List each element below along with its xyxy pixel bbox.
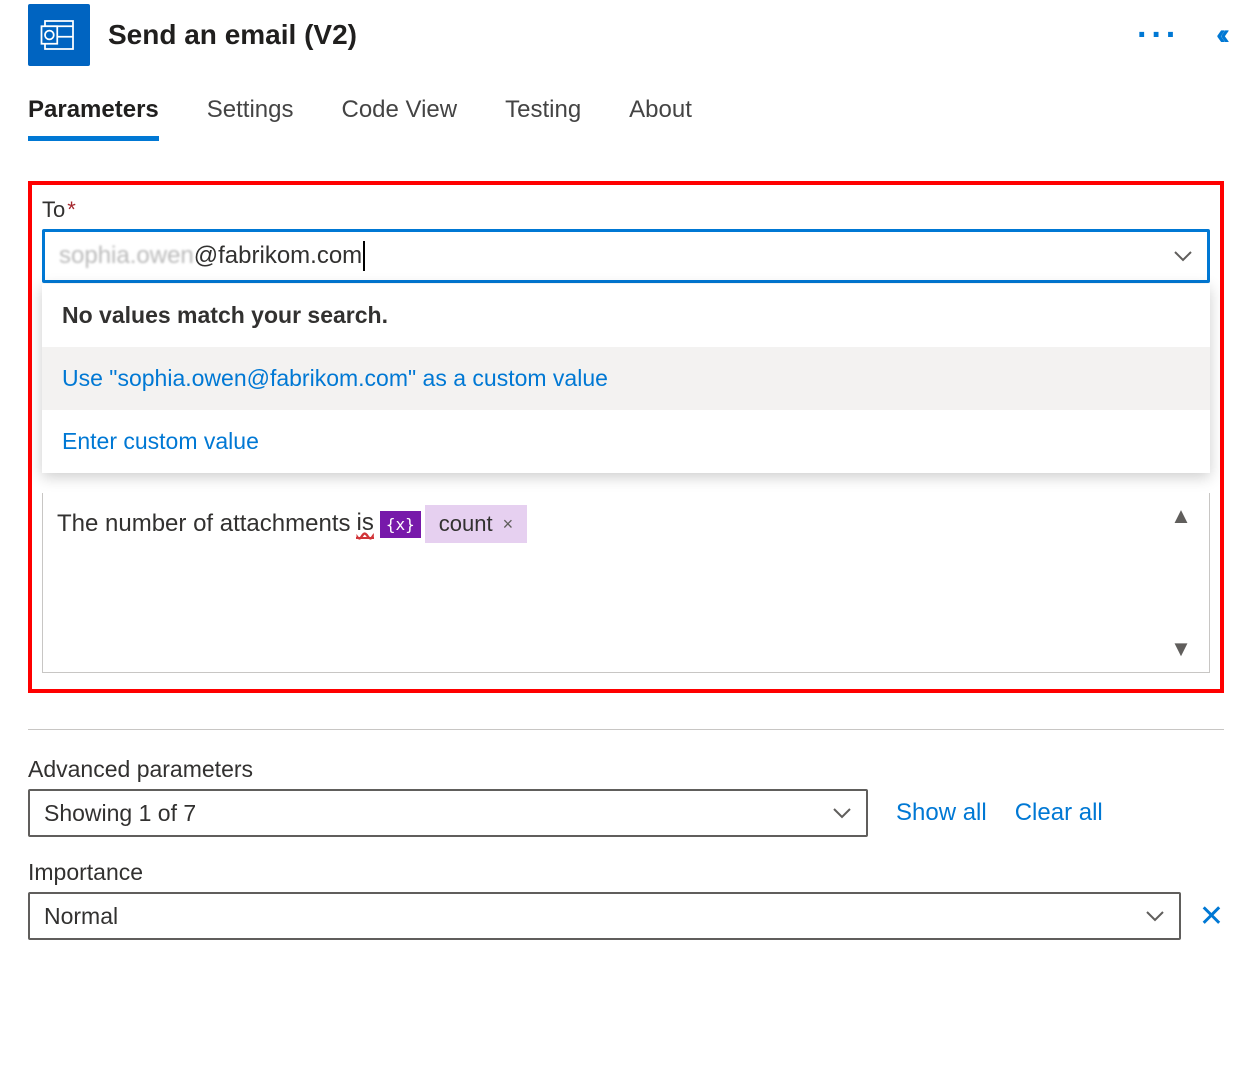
- dropdown-enter-custom[interactable]: Enter custom value: [42, 410, 1210, 473]
- clear-all-link[interactable]: Clear all: [1015, 799, 1103, 827]
- to-label: To*: [42, 197, 1210, 223]
- tab-code-view[interactable]: Code View: [341, 96, 457, 141]
- body-is-word: is: [356, 509, 373, 539]
- dropdown-use-custom[interactable]: Use "sophia.owen@fabrikom.com" as a cust…: [42, 347, 1210, 410]
- tab-about[interactable]: About: [629, 96, 692, 141]
- body-token[interactable]: {x} count ×: [380, 505, 527, 543]
- token-label: count: [439, 511, 493, 537]
- tabs: Parameters Settings Code View Testing Ab…: [28, 96, 1224, 141]
- fx-icon: {x}: [380, 511, 421, 538]
- advanced-showing: Showing 1 of 7: [44, 800, 832, 827]
- chevron-down-icon[interactable]: [1173, 246, 1193, 267]
- dropdown-no-match: No values match your search.: [42, 284, 1210, 347]
- importance-value: Normal: [44, 903, 1145, 930]
- panel-title: Send an email (V2): [108, 19, 1119, 51]
- body-down-icon[interactable]: ▼: [1170, 636, 1192, 662]
- remove-field-icon[interactable]: ✕: [1199, 899, 1224, 934]
- to-input[interactable]: sophia.owen@fabrikom.com No values match…: [42, 229, 1210, 283]
- body-up-icon[interactable]: ▲: [1170, 503, 1192, 529]
- to-dropdown: No values match your search. Use "sophia…: [42, 284, 1210, 473]
- to-value: sophia.owen@fabrikom.com: [59, 241, 1173, 271]
- chevron-down-icon[interactable]: [1145, 906, 1165, 927]
- token-remove-icon[interactable]: ×: [503, 514, 514, 535]
- outlook-icon: [28, 4, 90, 66]
- more-icon[interactable]: ···: [1137, 18, 1180, 52]
- tab-testing[interactable]: Testing: [505, 96, 581, 141]
- body-content: The number of attachments is {x} count ×: [57, 505, 1195, 543]
- importance-select[interactable]: Normal: [28, 892, 1181, 940]
- advanced-heading: Advanced parameters: [28, 756, 1224, 783]
- show-all-link[interactable]: Show all: [896, 799, 987, 827]
- tab-settings[interactable]: Settings: [207, 96, 294, 141]
- advanced-select[interactable]: Showing 1 of 7: [28, 789, 868, 837]
- parameters-section: To* sophia.owen@fabrikom.com No values m…: [28, 181, 1224, 693]
- body-editor[interactable]: The number of attachments is {x} count ×…: [42, 493, 1210, 673]
- body-text: The number of attachments: [57, 510, 350, 538]
- chevron-down-icon[interactable]: [832, 803, 852, 824]
- body-spinner: ▲ ▼: [1163, 503, 1199, 662]
- collapse-icon[interactable]: ‹‹: [1216, 18, 1224, 52]
- tab-parameters[interactable]: Parameters: [28, 96, 159, 141]
- importance-label: Importance: [28, 859, 1224, 886]
